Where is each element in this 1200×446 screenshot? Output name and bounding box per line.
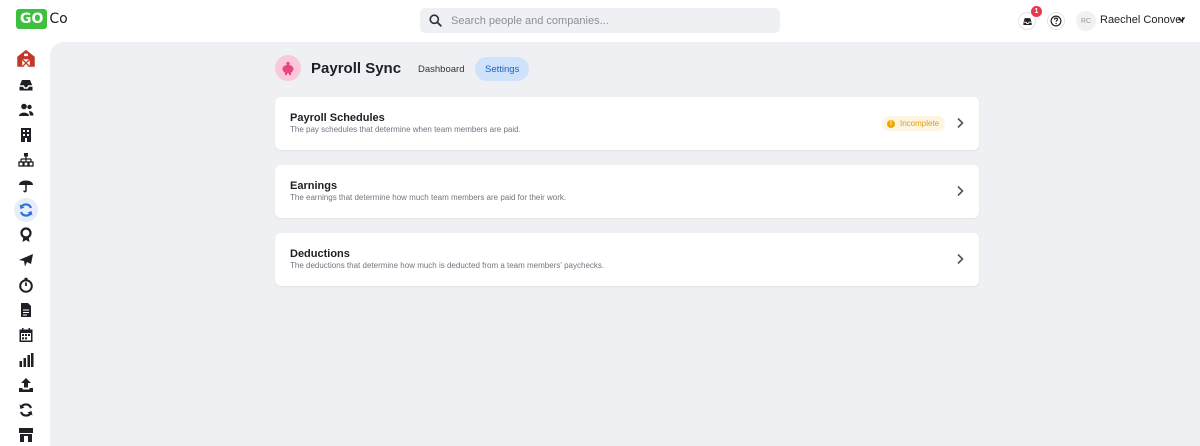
sidebar-item-people[interactable] [13,99,39,121]
page-title: Payroll Sync [311,60,402,77]
inbox-icon [19,80,33,91]
top-bar: GO Co 1 RC Raechel Conover [0,0,1200,42]
card-title: Payroll Schedules [290,112,385,124]
status-label: Incomplete [900,119,940,128]
notification-badge: 1 [1031,6,1042,17]
card-payroll-schedules[interactable]: Payroll Schedules The pay schedules that… [275,97,979,150]
help-icon [1050,15,1062,27]
sidebar-item-recognition[interactable] [13,224,39,246]
user-name[interactable]: Raechel Conover [1100,14,1185,26]
sidebar-item-org-chart[interactable] [13,149,39,171]
store-icon [19,428,33,442]
plane-icon [19,254,33,267]
tab-settings[interactable]: Settings [475,57,530,81]
card-earnings[interactable]: Earnings The earnings that determine how… [275,165,979,218]
calendar-icon [19,328,33,342]
search-bar[interactable] [420,8,780,33]
barn-icon [17,49,35,68]
card-deductions[interactable]: Deductions The deductions that determine… [275,233,979,286]
card-title: Deductions [290,248,350,260]
sidebar-item-documents[interactable] [13,299,39,321]
sidebar-item-calendar[interactable] [13,324,39,346]
goco-logo[interactable]: GO Co [16,9,68,29]
refresh-icon [19,403,33,417]
card-description: The earnings that determine how much tea… [290,193,567,202]
sidebar-item-time-off[interactable] [13,249,39,271]
chevron-right-icon[interactable] [955,117,965,129]
logo-go: GO [16,9,48,29]
avatar[interactable]: RC [1076,11,1096,31]
sidebar-item-company[interactable] [13,124,39,146]
card-description: The deductions that determine how much i… [290,261,605,270]
search-icon [429,14,442,27]
upload-icon [19,378,33,392]
sidebar-item-benefits[interactable] [13,174,39,196]
bar-chart-icon [19,353,34,367]
card-description: The pay schedules that determine when te… [290,125,521,134]
page-icon [275,55,301,81]
search-input[interactable] [451,14,771,27]
piggy-bank-icon [282,61,294,75]
inbox-icon [1022,17,1032,25]
sidebar-item-time-tracking[interactable] [13,274,39,296]
sidebar [0,42,50,446]
chevron-right-icon[interactable] [955,253,965,265]
chevron-down-icon[interactable] [1177,15,1186,24]
tab-dashboard[interactable]: Dashboard [408,57,474,81]
sidebar-item-payroll-sync[interactable] [14,198,38,222]
stopwatch-icon [19,277,33,293]
sidebar-item-marketplace[interactable] [13,424,39,446]
sidebar-item-workflows[interactable] [13,399,39,421]
card-title: Earnings [290,180,338,192]
sidebar-item-home[interactable] [13,47,39,69]
document-icon [21,303,31,317]
building-icon [21,128,31,142]
sidebar-item-inbox[interactable] [13,74,39,96]
umbrella-icon [19,180,33,193]
logo-co: Co [49,11,68,27]
sync-icon [19,203,33,217]
help-button[interactable] [1047,12,1065,30]
sidebar-item-upload[interactable] [13,374,39,396]
alert-icon: ! [887,119,895,128]
org-chart-icon [18,153,34,167]
people-icon [19,103,34,116]
status-badge: ! Incomplete [882,116,946,131]
chevron-right-icon[interactable] [955,185,965,197]
award-icon [20,227,32,242]
sidebar-item-reports[interactable] [13,349,39,371]
